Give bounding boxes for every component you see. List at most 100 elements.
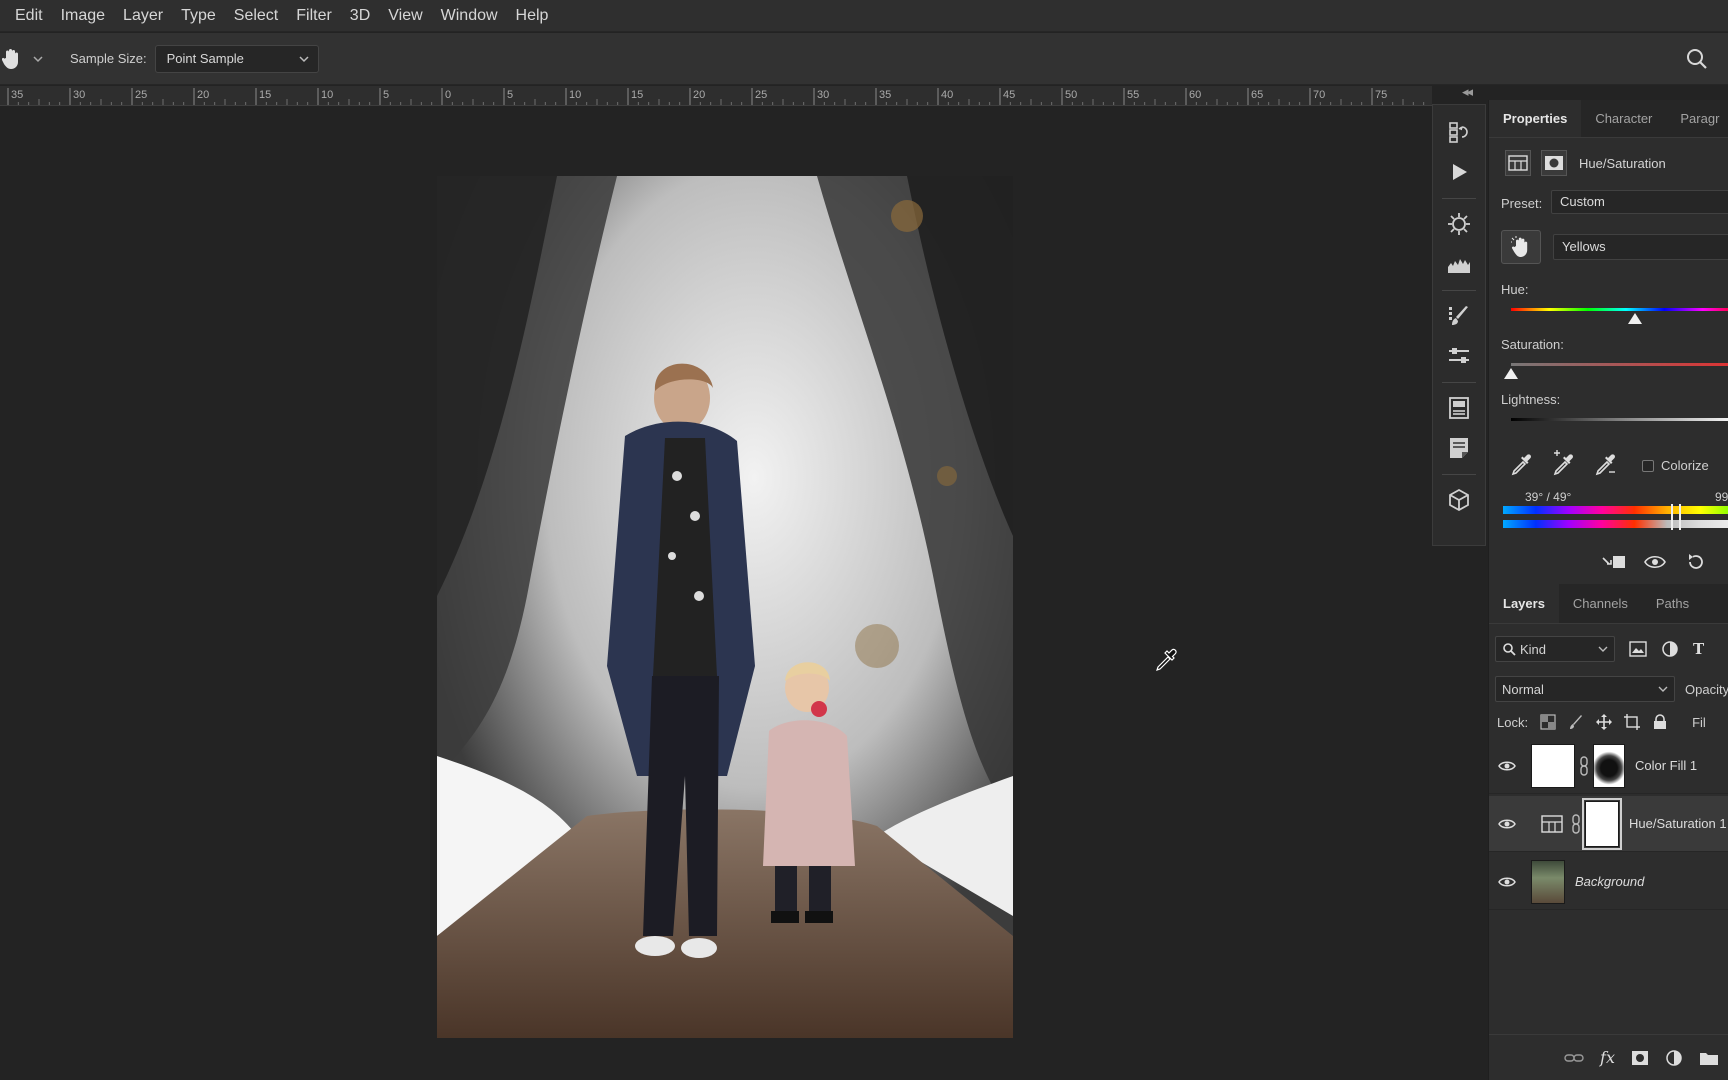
tab-channels[interactable]: Channels: [1559, 584, 1642, 623]
lightness-slider-track[interactable]: [1511, 418, 1728, 421]
layers-footer: fx: [1489, 1034, 1728, 1080]
blend-mode-row: Normal Opacity: [1495, 676, 1728, 702]
menu-type[interactable]: Type: [172, 0, 225, 32]
3d-cube-icon[interactable]: [1442, 483, 1476, 517]
color-fill-mask-thumbnail: [1593, 743, 1625, 788]
ruler-label: 25: [755, 89, 767, 101]
hue-slider-track[interactable]: [1511, 308, 1728, 311]
histogram-icon[interactable]: [1442, 247, 1476, 281]
document-image[interactable]: [437, 176, 1013, 1038]
hue-saturation-layer-icon: [1541, 814, 1567, 833]
eyedropper-subtract-icon[interactable]: [1593, 450, 1619, 481]
notes-icon[interactable]: [1442, 431, 1476, 465]
properties-footer: [1601, 552, 1707, 572]
sample-size-select[interactable]: Point Sample: [154, 44, 319, 73]
menu-select[interactable]: Select: [225, 0, 287, 32]
adjustments-icon[interactable]: [1442, 207, 1476, 241]
collapse-panels-icon[interactable]: ◂◂: [1462, 84, 1473, 100]
brush-settings-icon[interactable]: [1442, 299, 1476, 333]
tab-paragraph[interactable]: Paragr: [1666, 100, 1728, 137]
lock-position-icon[interactable]: [1596, 714, 1613, 730]
visibility-eye-icon[interactable]: [1489, 818, 1525, 830]
ruler-label: 0: [445, 89, 451, 101]
color-range-bar-bottom[interactable]: [1503, 520, 1728, 528]
filter-type-icon[interactable]: T: [1693, 640, 1704, 658]
colorize-checkbox[interactable]: Colorize: [1642, 458, 1709, 473]
menu-window[interactable]: Window: [432, 0, 507, 32]
menu-image[interactable]: Image: [52, 0, 114, 32]
tool-strip-divider: [1442, 474, 1476, 475]
reset-adjustment-icon[interactable]: [1685, 552, 1707, 572]
menu-view[interactable]: View: [379, 0, 431, 32]
layer-row-background[interactable]: Background: [1489, 854, 1728, 910]
menu-3d[interactable]: 3D: [341, 0, 379, 32]
hue-slider-thumb[interactable]: [1628, 313, 1643, 324]
saturation-label: Saturation:: [1501, 337, 1564, 352]
link-chain-icon[interactable]: [1570, 813, 1582, 834]
layer-row-color-fill[interactable]: Color Fill 1: [1489, 738, 1728, 794]
blend-mode-select[interactable]: Normal: [1495, 676, 1675, 702]
properties-panel: Properties Character Paragr Hue/Saturati…: [1489, 100, 1728, 569]
menu-layer[interactable]: Layer: [114, 0, 172, 32]
lock-image-pixels-icon[interactable]: [1568, 714, 1584, 730]
menu-edit[interactable]: Edit: [6, 0, 52, 32]
tab-layers[interactable]: Layers: [1489, 584, 1559, 623]
ruler-label: 55: [1127, 89, 1139, 101]
link-chain-icon[interactable]: [1578, 755, 1590, 776]
search-icon[interactable]: [1684, 46, 1710, 72]
new-group-folder-icon[interactable]: [1699, 1050, 1719, 1066]
colorize-checkbox-box[interactable]: [1642, 459, 1654, 472]
targeted-adjustment-hand-button[interactable]: [1501, 230, 1541, 264]
visibility-eye-icon[interactable]: [1489, 760, 1525, 772]
tool-presets-icon[interactable]: [1442, 339, 1476, 373]
lock-all-icon[interactable]: [1652, 714, 1668, 730]
saturation-slider-thumb[interactable]: [1504, 368, 1518, 379]
horizontal-ruler[interactable]: 35 30 25 20 15 10 5 0 5 10 15 20 25 30 35 40 45 50 55 60 65 7…: [0, 86, 1432, 106]
new-adjustment-layer-icon[interactable]: [1665, 1049, 1683, 1067]
lock-artboard-icon[interactable]: [1624, 714, 1641, 730]
sample-size-value: Point Sample: [166, 51, 244, 66]
lock-transparent-pixels-icon[interactable]: [1540, 714, 1556, 730]
range-left-value: 39° / 49°: [1525, 490, 1572, 504]
eyedropper-cursor-icon: [1152, 645, 1180, 673]
preset-value: Custom: [1560, 194, 1605, 209]
history-icon[interactable]: [1442, 115, 1476, 149]
ruler-label: 25: [135, 89, 147, 101]
libraries-icon[interactable]: [1442, 391, 1476, 425]
layer-mask-icon[interactable]: [1541, 150, 1567, 176]
filter-pixel-icon[interactable]: [1629, 641, 1647, 657]
add-mask-icon[interactable]: [1631, 1050, 1649, 1066]
menu-filter[interactable]: Filter: [287, 0, 341, 32]
panel-tool-strip: [1432, 104, 1486, 546]
layer-kind-select[interactable]: Kind: [1495, 636, 1615, 662]
preset-select[interactable]: Custom: [1551, 190, 1728, 214]
document-canvas[interactable]: [0, 107, 1432, 1080]
link-layers-icon[interactable]: [1564, 1052, 1584, 1064]
lock-label: Lock:: [1497, 714, 1529, 730]
color-range-bar-top[interactable]: [1503, 506, 1728, 514]
tab-properties[interactable]: Properties: [1489, 100, 1582, 137]
channel-select[interactable]: Yellows: [1553, 234, 1728, 260]
tab-character[interactable]: Character: [1581, 100, 1666, 137]
clip-to-layer-icon[interactable]: [1601, 552, 1627, 572]
visibility-eye-icon[interactable]: [1489, 876, 1525, 888]
adjustment-header: Hue/Saturation: [1505, 150, 1666, 176]
color-range-handle[interactable]: [1671, 504, 1681, 530]
ruler-label: 70: [1313, 89, 1325, 101]
view-previous-state-icon[interactable]: [1643, 552, 1669, 572]
ruler-label: 15: [259, 89, 271, 101]
tool-preset-chevron-down-icon[interactable]: [32, 55, 46, 63]
layer-row-hue-saturation[interactable]: Hue/Saturation 1: [1489, 796, 1728, 852]
layer-style-fx-icon[interactable]: fx: [1600, 1048, 1615, 1067]
filter-adjustment-icon[interactable]: [1661, 640, 1679, 658]
tab-paths[interactable]: Paths: [1642, 584, 1703, 623]
eyedropper-add-icon[interactable]: [1551, 450, 1577, 481]
hand-tool-preset-icon[interactable]: [0, 41, 30, 77]
color-fill-thumbnail: [1531, 743, 1575, 788]
ruler-label: 5: [383, 89, 389, 101]
hue-label: Hue:: [1501, 282, 1529, 297]
menu-help[interactable]: Help: [507, 0, 558, 32]
actions-play-icon[interactable]: [1442, 155, 1476, 189]
eyedropper-icon[interactable]: [1509, 450, 1535, 481]
saturation-slider-track[interactable]: [1511, 363, 1728, 366]
